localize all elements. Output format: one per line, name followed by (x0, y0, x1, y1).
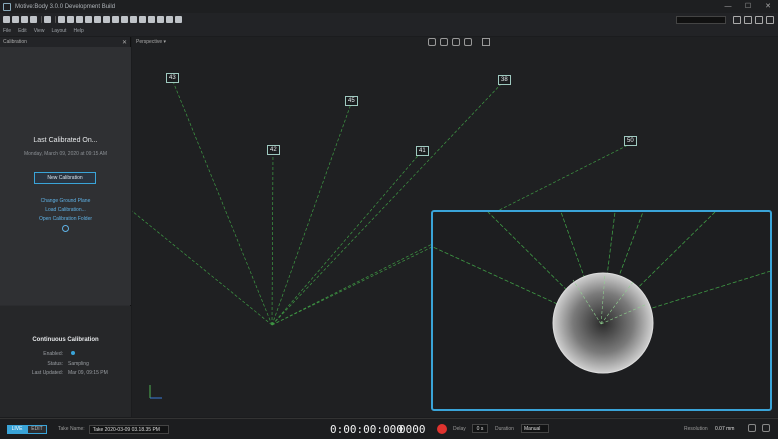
new-file-icon[interactable] (3, 16, 10, 23)
graph-icon[interactable] (112, 16, 119, 23)
open-file-icon[interactable] (12, 16, 19, 23)
take-name-label: Take Name: (58, 426, 85, 432)
menu-view[interactable]: View (34, 28, 45, 34)
toolbar-divider (55, 16, 56, 23)
continuous-calibration-title: Continuous Calibration (32, 337, 99, 343)
camera-marker[interactable]: 42 (267, 145, 280, 155)
info-icon[interactable] (175, 16, 182, 23)
camera-inset-preview[interactable] (431, 210, 772, 411)
camera-icon[interactable] (67, 16, 74, 23)
camera-marker[interactable]: 38 (498, 75, 511, 85)
edit-mode-button[interactable]: EDIT (27, 424, 47, 434)
viewport-options-icon[interactable] (482, 38, 490, 46)
frame-counter: 0000 (399, 423, 426, 436)
last-calibrated-date: Monday, March 09, 2020 at 09:15 AM (23, 151, 107, 157)
open-calibration-folder-link[interactable]: Open Calibration Folder (0, 216, 131, 222)
change-ground-plane-link[interactable]: Change Ground Plane (0, 198, 131, 204)
app-logo-icon (3, 2, 11, 11)
resolution-label: Resolution (684, 426, 708, 432)
delay-input[interactable]: 0 s (472, 424, 488, 433)
properties-icon[interactable] (94, 16, 101, 23)
new-calibration-button[interactable]: New Calibration (34, 172, 96, 184)
save-icon[interactable] (21, 16, 28, 23)
layout-edit-icon[interactable] (755, 15, 763, 24)
menu-edit[interactable]: Edit (18, 28, 27, 34)
delay-label: Delay (453, 426, 466, 432)
status-value: Sampling (68, 361, 89, 367)
panel-header: Calibration ✕ (0, 37, 130, 47)
window-title: Motive:Body 3.0.0 Development Build (15, 3, 116, 10)
settings-icon[interactable] (762, 424, 770, 432)
camera-ray (132, 210, 273, 326)
record-button[interactable] (437, 424, 447, 434)
export-icon[interactable] (30, 16, 37, 23)
measurement-icon[interactable] (166, 16, 173, 23)
enabled-label: Enabled: (43, 351, 63, 357)
panel-close-icon[interactable]: ✕ (122, 39, 127, 46)
layout-select[interactable] (676, 15, 726, 24)
3d-viewport[interactable]: Perspective ▾ 43 45 38 42 41 50 (132, 37, 778, 417)
calibration-summary: Last Calibrated On... Monday, March 09, … (0, 47, 131, 305)
app-window: Motive:Body 3.0.0 Development Build — ☐ … (0, 0, 778, 439)
layout-icon[interactable] (58, 16, 65, 23)
toolbar-divider (41, 16, 42, 23)
camera-marker[interactable]: 43 (166, 73, 179, 83)
select-tool-icon[interactable] (428, 38, 436, 46)
menu-help[interactable]: Help (73, 28, 83, 34)
reconstruct-icon[interactable] (121, 16, 128, 23)
duration-label: Duration (495, 426, 514, 432)
duration-select[interactable]: Manual (521, 424, 549, 433)
maximize-icon[interactable]: ☐ (738, 0, 758, 13)
transport-bar: LIVE EDIT Take Name: Take 2020-03-09 03.… (0, 418, 778, 439)
layout-reset-icon[interactable] (766, 15, 774, 24)
camera-ray (171, 78, 273, 326)
close-icon[interactable]: ✕ (758, 0, 778, 13)
load-calibration-link[interactable]: Load Calibration... (0, 207, 131, 213)
inset-scene (433, 212, 770, 374)
zoom-tool-icon[interactable] (440, 38, 448, 46)
title-bar: Motive:Body 3.0.0 Development Build — ☐ … (0, 0, 778, 13)
minimize-icon[interactable]: — (718, 0, 738, 13)
resolution-value: 0.07 mm (715, 426, 735, 432)
take-name-input[interactable]: Take 2020-03-09 03.18.35 PM (88, 424, 169, 434)
settings-gear-icon[interactable] (44, 16, 51, 23)
camera-marker[interactable]: 41 (416, 146, 429, 156)
camera-ray (271, 149, 274, 326)
camera-marker[interactable]: 45 (345, 96, 358, 106)
last-calibrated-title: Last Calibrated On... (33, 137, 98, 144)
panel-title: Calibration (3, 39, 27, 45)
last-updated-label: Last Updated: (31, 370, 63, 376)
camera-ray (271, 100, 353, 326)
edit-tools-icon[interactable] (157, 16, 164, 23)
axis-gizmo (149, 385, 162, 399)
status-label: Status: (47, 361, 63, 367)
probe-icon[interactable] (148, 16, 155, 23)
timecode-display: 0:00:00:000 (330, 423, 403, 436)
devices-icon[interactable] (76, 16, 83, 23)
view-mode-dropdown[interactable]: Perspective ▾ (136, 39, 166, 45)
continuous-calibration-section: Continuous Calibration Enabled: Status: … (0, 306, 131, 417)
layout-save-icon[interactable] (733, 15, 741, 24)
menu-layout[interactable]: Layout (51, 28, 66, 34)
layout-load-icon[interactable] (744, 15, 752, 24)
last-updated-value: Mar 09, 09:15 PM (68, 370, 108, 376)
calibration-icon[interactable] (139, 16, 146, 23)
live-mode-button[interactable]: LIVE (7, 424, 27, 434)
stream-icon[interactable] (130, 16, 137, 23)
menu-file[interactable]: File (3, 28, 11, 34)
status-icon[interactable] (748, 424, 756, 432)
camera-marker[interactable]: 50 (624, 136, 637, 146)
camera-ray (271, 150, 423, 326)
enabled-toggle[interactable] (71, 351, 75, 355)
data-icon[interactable] (103, 16, 110, 23)
calibration-settings-icon[interactable] (62, 225, 69, 232)
eye-tool-icon[interactable] (452, 38, 460, 46)
calibration-panel: Calibration ✕ Last Calibrated On... Mond… (0, 37, 131, 417)
main-toolbar (0, 13, 778, 26)
menu-bar: File Edit View Layout Help (0, 26, 778, 36)
camera-tool-icon[interactable] (464, 38, 472, 46)
assets-icon[interactable] (85, 16, 92, 23)
